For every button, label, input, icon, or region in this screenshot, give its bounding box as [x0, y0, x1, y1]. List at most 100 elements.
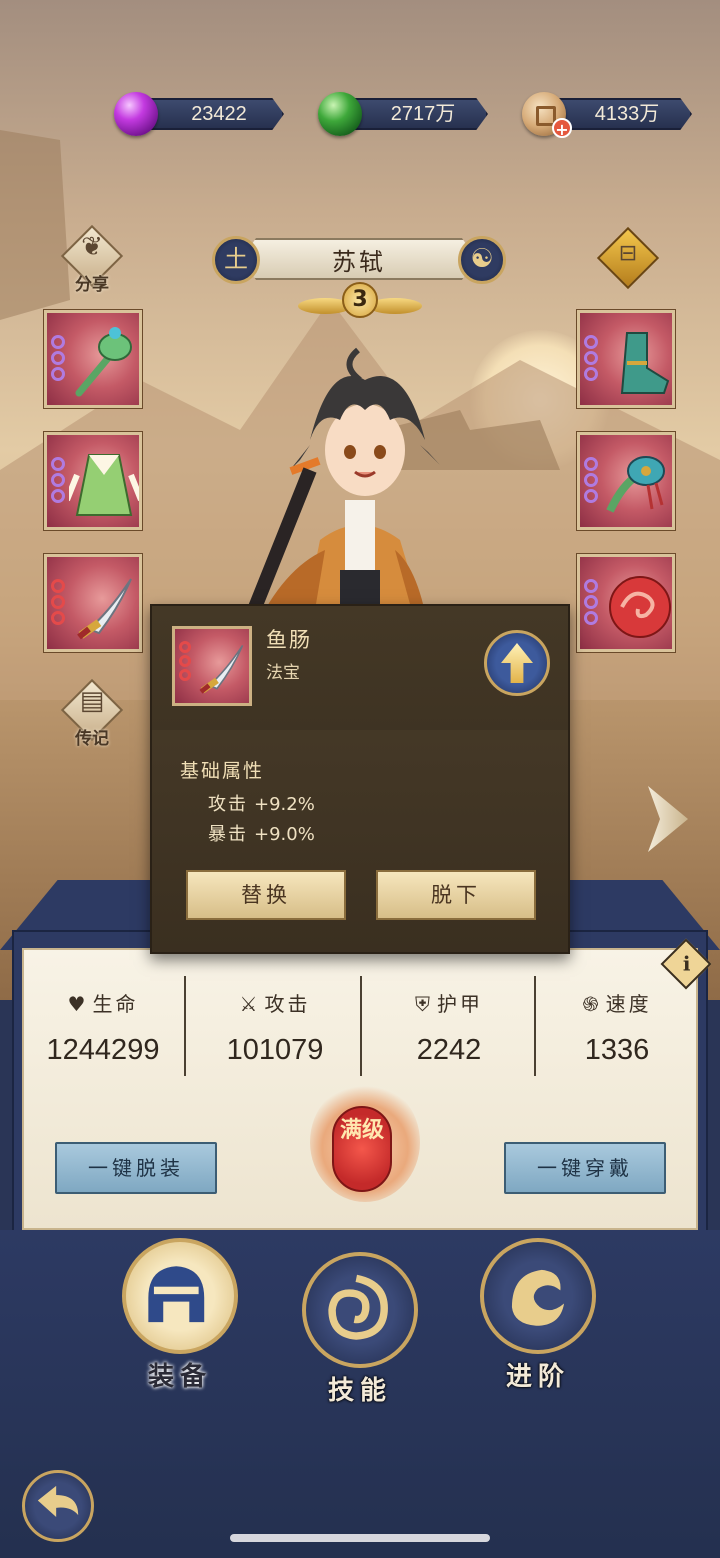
- popup-item-name: 鱼肠: [266, 628, 312, 652]
- stat-divider: [360, 976, 362, 1076]
- attribute-value: +9.2%: [254, 794, 315, 815]
- popup-item-thumbnail: [172, 626, 252, 706]
- attribute-value: +9.0%: [254, 824, 315, 845]
- equip-slot-accessory[interactable]: [576, 431, 676, 531]
- green-jade-icon: [318, 92, 362, 136]
- attribute-row: 攻击 +9.2%: [208, 790, 315, 816]
- stat-label: ⚔ 攻击: [190, 988, 360, 1020]
- stat-value: 2242: [416, 1034, 482, 1066]
- rank-chain: [584, 457, 600, 517]
- equip-all-button[interactable]: 一键穿戴: [504, 1142, 666, 1194]
- shield-icon: ⛨: [415, 992, 433, 1016]
- equip-slot-boots[interactable]: [576, 309, 676, 409]
- advance-glyph: [511, 1269, 565, 1326]
- biography-label: 传记: [75, 729, 109, 749]
- max-level-emblem: 满级: [300, 1068, 430, 1208]
- unequip-all-button[interactable]: 一键脱装: [55, 1142, 217, 1194]
- rank-chain: [584, 335, 600, 395]
- rank-chain: [179, 641, 191, 681]
- boots-icon: [620, 332, 670, 394]
- upgrade-arrow-icon[interactable]: [484, 630, 550, 696]
- purple-gem-icon: [114, 92, 158, 136]
- stat-label-text: 生命: [92, 992, 139, 1016]
- stat-label: ♥ 生命: [18, 988, 188, 1020]
- tab-skills[interactable]: 技能: [300, 1252, 420, 1407]
- element-earth-icon[interactable]: 土: [212, 236, 260, 284]
- skill-swirl-icon: [302, 1252, 418, 1368]
- equip-slot-orb[interactable]: [576, 553, 676, 653]
- star-level-badge: 3: [298, 280, 422, 326]
- rank-chain: [51, 457, 67, 517]
- currency-purple-gem[interactable]: 23422: [114, 92, 294, 136]
- equip-slot-armor[interactable]: [43, 431, 143, 531]
- item-detail-popup: 鱼肠 法宝 基础属性 攻击 +9.2% 暴击 +9.0% 替换 脱下: [150, 604, 570, 954]
- attribute-name: 攻击: [208, 794, 248, 815]
- star-level-number: 3: [342, 282, 378, 318]
- stat-value: 1244299: [46, 1034, 160, 1066]
- equip-slot-weapon-left[interactable]: [43, 309, 143, 409]
- attribute-row: 暴击 +9.0%: [208, 820, 315, 846]
- tab-advance[interactable]: 进阶: [478, 1238, 598, 1393]
- stat-label: ֍ 速度: [532, 988, 702, 1020]
- hero-name-banner: 苏轼 土 ☯: [212, 234, 506, 284]
- currency-green-jade[interactable]: 2717万: [318, 92, 498, 136]
- share-button[interactable]: ❦ 分享: [60, 224, 124, 295]
- dagger-icon: [77, 578, 132, 640]
- biography-button[interactable]: ▤ 传记: [60, 678, 124, 749]
- stat-label-text: 速度: [605, 992, 652, 1016]
- faction-swirl-icon[interactable]: ☯: [458, 236, 506, 284]
- max-level-text: 满级: [339, 1118, 384, 1143]
- replace-button[interactable]: 替换: [186, 870, 346, 920]
- base-attributes-title: 基础属性: [180, 760, 265, 782]
- charm-pendant-icon: [606, 456, 665, 513]
- dagger-icon: [199, 644, 244, 694]
- stat-value: 101079: [226, 1034, 324, 1066]
- currency-value: 4133万: [594, 103, 660, 125]
- currency-value: 23422: [191, 103, 247, 125]
- jade-scepter-icon: [75, 327, 132, 397]
- stat-attack: ⚔ 攻击 101079: [190, 988, 360, 1067]
- lock-button[interactable]: ⊟: [596, 226, 660, 290]
- stat-armor: ⛨ 护甲 2242: [364, 988, 534, 1067]
- stat-label-text: 攻击: [264, 992, 311, 1016]
- currency-value: 2717万: [390, 103, 456, 125]
- rank-chain: [584, 579, 600, 639]
- equip-slot-treasure[interactable]: [43, 553, 143, 653]
- wings-icon: ❦: [81, 232, 103, 262]
- helmet-icon: [122, 1238, 238, 1354]
- tab-equipment[interactable]: 装备: [120, 1238, 240, 1393]
- advance-dragon-icon: [480, 1238, 596, 1354]
- rank-chain: [51, 335, 67, 395]
- green-robe-icon: [69, 454, 139, 516]
- stat-value: 1336: [584, 1034, 650, 1066]
- remove-button[interactable]: 脱下: [376, 870, 536, 920]
- scroll-icon: ▤: [79, 686, 105, 716]
- helmet-glyph: [148, 1266, 205, 1323]
- add-currency-icon[interactable]: +: [552, 118, 572, 139]
- home-indicator[interactable]: [230, 1534, 490, 1542]
- stat-speed: ֍ 速度 1336: [532, 988, 702, 1067]
- tab-label: 技能: [327, 1376, 392, 1406]
- stat-label-text: 护甲: [437, 992, 483, 1016]
- rank-chain: [51, 579, 67, 639]
- crossed-swords-icon: ⚔: [239, 992, 261, 1016]
- info-glyph: i: [682, 951, 691, 976]
- lock-icon: ⊟: [618, 241, 638, 266]
- tab-label: 装备: [147, 1362, 212, 1392]
- back-arrow-icon: [37, 1485, 79, 1517]
- heart-icon: ♥: [67, 992, 89, 1016]
- stat-hp: ♥ 生命 1244299: [18, 988, 188, 1067]
- attribute-name: 暴击: [208, 824, 248, 845]
- stat-label: ⛨ 护甲: [364, 988, 534, 1020]
- tab-label: 进阶: [505, 1362, 570, 1392]
- back-button[interactable]: [22, 1470, 94, 1542]
- currency-copper-coin[interactable]: 4133万 +: [522, 92, 702, 139]
- red-pearl-icon: [609, 576, 671, 638]
- share-label: 分享: [75, 275, 109, 295]
- swirl-icon: ֍: [582, 992, 602, 1016]
- hero-portrait: [243, 347, 440, 640]
- popup-item-type: 法宝: [266, 663, 300, 683]
- hero-name: 苏轼: [332, 248, 386, 276]
- skill-glyph: [328, 1274, 388, 1340]
- stat-divider: [184, 976, 186, 1076]
